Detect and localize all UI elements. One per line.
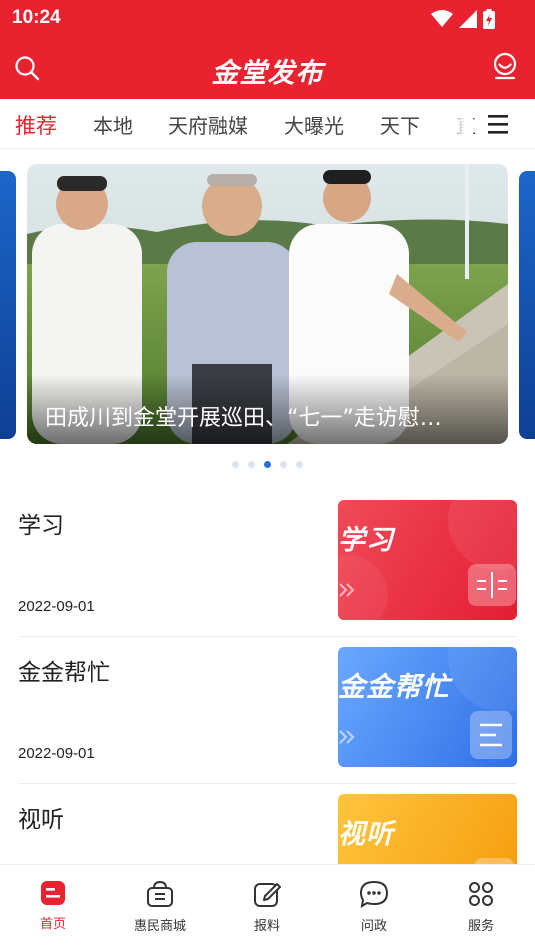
bottom-nav: 首页 惠民商城 报料 问政 服务 (0, 864, 535, 951)
banner-prev-slide[interactable] (0, 171, 16, 439)
tab-exposure[interactable]: 大曝光 (284, 110, 344, 139)
news-title: 视听 (18, 807, 64, 833)
banner-carousel[interactable]: 田成川到金堂开展巡田、“七一”走访慰… (0, 163, 535, 445)
services-icon (469, 882, 493, 906)
nav-label: 问政 (360, 919, 387, 934)
wifi-icon (431, 10, 453, 27)
app-title: 金堂发布 (211, 58, 324, 89)
nav-label: 首页 (39, 917, 66, 932)
news-title: 学习 (18, 513, 64, 539)
thumb-label: 视听 (338, 819, 394, 850)
home-icon (41, 881, 65, 905)
pager-dot (280, 461, 287, 468)
nav-label: 惠民商城 (133, 919, 186, 934)
status-bar: 10:24 (0, 0, 535, 36)
tab-recommend[interactable]: 推荐 (15, 110, 57, 140)
nav-services[interactable]: 服务 (436, 879, 526, 934)
thumb-label: 学习 (338, 525, 394, 556)
list-item[interactable]: 学习 2022-09-01 学习 (0, 490, 535, 637)
battery-icon (483, 9, 495, 29)
title-bar: 金堂发布 (0, 36, 535, 99)
pager-dot-active (264, 461, 271, 468)
list-icon (470, 711, 512, 759)
banner-next-slide[interactable] (519, 171, 535, 439)
nav-home[interactable]: 首页 (8, 879, 98, 932)
signal-icon (459, 10, 477, 28)
app-header: 10:24 金堂发布 (0, 0, 535, 99)
book-icon (468, 564, 516, 606)
banner-slide[interactable]: 田成川到金堂开展巡田、“七一”走访慰… (27, 164, 508, 444)
nav-inquiry[interactable]: 问政 (329, 879, 419, 934)
nav-label: 报料 (253, 919, 280, 934)
channel-tabs: 推荐 本地 天府融媒 大曝光 天下 直 (0, 99, 535, 149)
list-item[interactable]: 金金帮忙 2022-09-01 金金帮忙 (0, 637, 535, 784)
banner-caption: 田成川到金堂开展巡田、“七一”走访慰… (27, 374, 508, 444)
news-date: 2022-09-01 (18, 598, 95, 615)
nav-report[interactable]: 报料 (222, 879, 312, 934)
edit-icon (254, 883, 281, 907)
shopping-bag-icon (147, 880, 173, 907)
system-icons (431, 9, 495, 29)
pager-dot (248, 461, 255, 468)
status-time: 10:24 (12, 7, 61, 28)
banner-caption-text: 田成川到金堂开展巡田、“七一”走访慰… (45, 406, 442, 431)
news-title: 金金帮忙 (18, 660, 110, 686)
banner-pager (0, 461, 535, 471)
news-thumbnail[interactable]: 金金帮忙 (338, 647, 517, 767)
tabs-fade (447, 99, 473, 147)
chat-icon (359, 880, 389, 908)
news-thumbnail[interactable]: 学习 (338, 500, 517, 620)
nav-mall[interactable]: 惠民商城 (115, 879, 205, 934)
tab-local[interactable]: 本地 (93, 110, 133, 139)
pager-dot (232, 461, 239, 468)
pager-dot (296, 461, 303, 468)
thumb-label: 金金帮忙 (338, 672, 450, 703)
news-date: 2022-09-01 (18, 745, 95, 762)
tab-tianfu-media[interactable]: 天府融媒 (168, 110, 248, 139)
tab-world[interactable]: 天下 (380, 110, 420, 139)
nav-label: 服务 (467, 919, 494, 934)
menu-icon[interactable] (486, 113, 510, 135)
user-icon[interactable] (491, 52, 519, 80)
